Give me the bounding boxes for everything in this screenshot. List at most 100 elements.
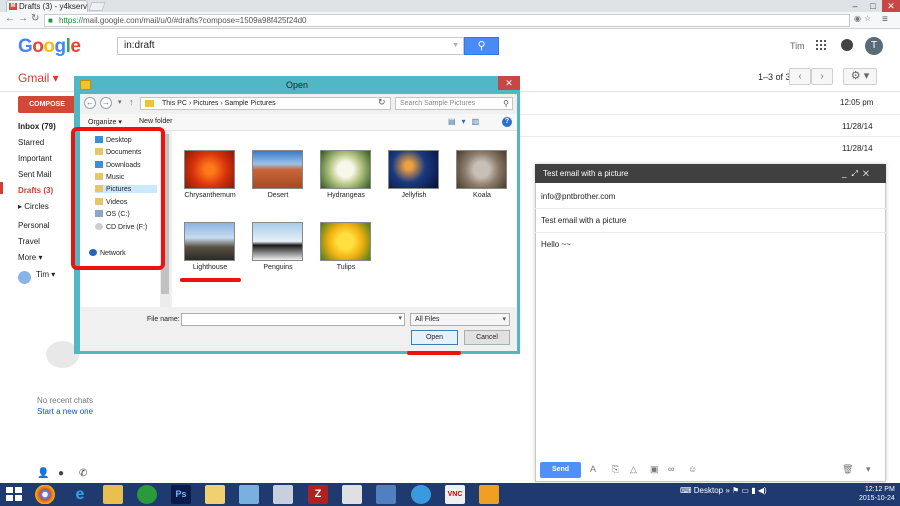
reload-icon[interactable]: ↻ [31, 13, 39, 24]
file-item-chrysanthemum[interactable]: Chrysanthemum [175, 150, 245, 199]
people-name[interactable]: Tim ▾ [36, 270, 55, 279]
send-button[interactable]: Send [540, 462, 581, 478]
browser-tab[interactable]: M Drafts (3) - y4kserve [6, 0, 88, 12]
file-item-desert[interactable]: Desert [243, 150, 313, 199]
mail-row-divider [500, 136, 900, 137]
organize-menu[interactable]: Organize ▾ [88, 118, 122, 126]
search-input[interactable]: in:draft ▼ [117, 37, 464, 55]
more-options-icon[interactable]: ▾ [866, 464, 871, 475]
lighthouse-thumbnail [184, 222, 235, 261]
vnc-taskbar-icon[interactable]: VNC [445, 485, 465, 504]
file-item-koala[interactable]: Koala [447, 150, 517, 199]
attach-icon[interactable]: ⎘ [612, 464, 619, 475]
user-name[interactable]: Tim [790, 41, 805, 51]
subject-field[interactable]: Test email with a picture [541, 216, 626, 225]
cancel-button[interactable]: Cancel [464, 330, 510, 345]
sidebar-item-travel[interactable]: Travel [18, 237, 40, 246]
breadcrumb[interactable]: This PC › Pictures › Sample Pictures [140, 97, 391, 110]
photoshop-taskbar-icon[interactable]: Ps [171, 485, 191, 504]
maximize-icon[interactable]: □ [864, 0, 882, 12]
system-tray[interactable]: ⌨ Desktop » ⚑ ▭ ▮ ◀) [680, 486, 767, 495]
trash-icon[interactable]: 🗑 [842, 464, 853, 475]
folder-taskbar-icon[interactable] [205, 485, 225, 504]
dialog-back-icon[interactable]: ← [84, 97, 96, 109]
gmail-menu[interactable]: Gmail ▾ [18, 71, 59, 85]
window-close-icon[interactable]: ✕ [882, 0, 900, 12]
sidebar-item-more[interactable]: More ▾ [18, 253, 42, 262]
app-taskbar-icon[interactable] [239, 485, 259, 504]
sidebar-item-inbox[interactable]: Inbox (79) [18, 122, 56, 131]
compose-window-controls-icon[interactable]: _⤢✕ [842, 164, 874, 183]
new-folder-button[interactable]: New folder [139, 118, 172, 125]
mail-time: 12:05 pm [840, 98, 874, 107]
url-field[interactable]: ■ https://mail.google.com/mail/u/0/#draft… [44, 14, 850, 27]
dialog-close-icon[interactable]: ✕ [498, 76, 520, 90]
sidebar-item-important[interactable]: Important [18, 154, 52, 163]
file-item-jellyfish[interactable]: Jellyfish [379, 150, 449, 199]
chrome-taskbar-icon[interactable] [35, 485, 55, 504]
account-avatar[interactable]: T [865, 37, 883, 55]
browser-tab-bar [0, 0, 900, 12]
apps-grid-icon[interactable] [816, 40, 826, 50]
formatting-icon[interactable]: A [590, 464, 596, 474]
filezilla-taskbar-icon[interactable]: Z [308, 485, 328, 504]
view-options-icon[interactable]: ▤▾▥ [448, 117, 485, 126]
ie-taskbar-icon[interactable]: e [70, 485, 90, 504]
clock[interactable]: 12:12 PM 2015-10-24 [859, 485, 895, 503]
message-body[interactable]: Hello ~~ [541, 240, 571, 249]
url-actions-icon[interactable]: ◉☆ [854, 14, 874, 23]
refresh-icon[interactable]: ↻ [378, 97, 386, 108]
windows-start-icon[interactable] [6, 487, 23, 502]
insert-photo-icon[interactable]: ▣ [650, 464, 659, 475]
file-item-tulips[interactable]: Tulips [311, 222, 381, 271]
file-item-hydrangeas[interactable]: Hydrangeas [311, 150, 381, 199]
notifications-icon[interactable] [841, 39, 853, 51]
help-icon[interactable]: ? [502, 117, 512, 127]
emoji-icon[interactable]: ☺ [688, 464, 697, 474]
notepad-taskbar-icon[interactable] [273, 485, 293, 504]
start-chat-link[interactable]: Start a new one [37, 407, 93, 416]
dialog-search-input[interactable]: Search Sample Pictures ⚲ [395, 97, 513, 110]
search-button[interactable]: ⚲ [464, 37, 499, 55]
file-name-input[interactable]: ▾ [181, 313, 405, 326]
search-options-icon[interactable]: ▼ [452, 38, 459, 54]
sidebar-item-drafts[interactable]: Drafts (3) [18, 186, 53, 195]
settings-button[interactable]: ⚙ ▾ [843, 68, 877, 85]
back-icon[interactable]: ← [5, 13, 15, 24]
compose-button[interactable]: COMPOSE [18, 96, 76, 113]
chevron-down-icon[interactable]: ▾ [398, 314, 402, 322]
hangouts-icon[interactable]: ● [58, 468, 64, 479]
file-item-penguins[interactable]: Penguins [243, 222, 313, 271]
link-icon[interactable]: ∞ [668, 464, 674, 474]
app-taskbar-icon[interactable] [342, 485, 362, 504]
phone-icon[interactable]: ✆ [79, 468, 87, 479]
desktop-label: Desktop [693, 486, 724, 495]
drive-icon[interactable]: △ [630, 464, 637, 475]
older-page-button[interactable]: › [811, 68, 833, 85]
forward-icon[interactable]: → [18, 13, 28, 24]
teamviewer-taskbar-icon[interactable] [411, 485, 431, 504]
people-avatar[interactable] [18, 271, 31, 284]
to-field[interactable]: info@pntbrother.com [541, 192, 615, 201]
up-folder-icon[interactable]: ↑ [129, 97, 134, 107]
sidebar-item-starred[interactable]: Starred [18, 138, 44, 147]
file-item-lighthouse[interactable]: Lighthouse [175, 222, 245, 271]
compose-title[interactable]: Test email with a picture [535, 164, 886, 183]
minimize-icon[interactable]: – [846, 0, 864, 12]
contacts-icon[interactable]: 👤 [37, 468, 49, 479]
app-taskbar-icon[interactable] [137, 485, 157, 504]
sidebar-item-personal[interactable]: Personal [18, 221, 50, 230]
app-taskbar-icon[interactable] [376, 485, 396, 504]
sidebar-item-circles[interactable]: ▸ Circles [18, 202, 49, 211]
sidebar-item-sent[interactable]: Sent Mail [18, 170, 51, 179]
file-type-select[interactable]: All Files ▾ [410, 313, 510, 326]
tulips-thumbnail [320, 222, 371, 261]
browser-menu-icon[interactable]: ≡ [882, 14, 888, 25]
dialog-forward-icon[interactable]: → [100, 97, 112, 109]
media-player-taskbar-icon[interactable] [479, 485, 499, 504]
recent-locations-icon[interactable]: ▾ [118, 98, 122, 106]
explorer-taskbar-icon[interactable] [103, 485, 123, 504]
newer-page-button[interactable]: ‹ [789, 68, 811, 85]
google-logo[interactable]: Google [18, 36, 81, 58]
open-button[interactable]: Open [411, 330, 458, 345]
